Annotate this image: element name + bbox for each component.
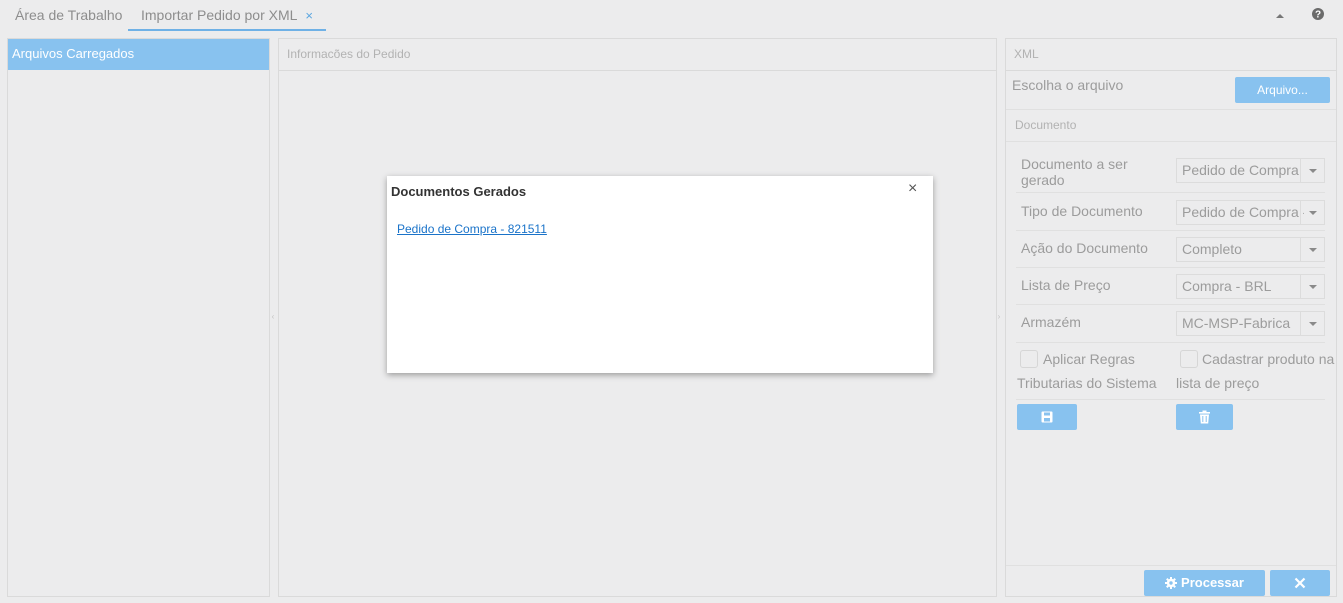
price-list-select[interactable]: Compra - BRL [1176, 274, 1325, 299]
help-icon[interactable]: ? [1311, 7, 1325, 21]
divider [1016, 230, 1325, 231]
tab-importar-pedido-xml[interactable]: Importar Pedido por XML × [128, 0, 326, 31]
modal-title: Documentos Gerados [391, 184, 527, 199]
tab-label: Importar Pedido por XML [141, 7, 298, 23]
apply-tax-rules-label-2: Tributarias do Sistema [1017, 375, 1157, 391]
purchase-order-link[interactable]: Pedido de Compra - 821511 [397, 222, 547, 236]
process-button[interactable]: Processar [1144, 570, 1265, 596]
loaded-files-panel: Arquivos Carregados [7, 38, 270, 597]
loaded-files-header[interactable]: Arquivos Carregados [8, 39, 269, 70]
document-type-value: Pedido de Compra [1182, 162, 1299, 178]
chevron-down-icon[interactable] [1300, 238, 1324, 261]
document-kind-value: Pedido de Compra - Comum [1182, 204, 1304, 220]
document-action-value: Completo [1182, 241, 1242, 257]
tab-area-de-trabalho[interactable]: Área de Trabalho [15, 0, 122, 31]
divider [1006, 565, 1336, 566]
tab-bar: Área de Trabalho Importar Pedido por XML… [0, 0, 1343, 33]
trash-icon [1199, 410, 1210, 424]
register-product-checkbox[interactable] [1180, 350, 1198, 368]
document-kind-label: Tipo de Documento [1021, 203, 1143, 219]
register-product-label-1: Cadastrar produto na [1202, 351, 1335, 367]
modal-close-icon[interactable]: × [908, 180, 917, 198]
divider [1016, 342, 1325, 343]
process-label: Processar [1181, 575, 1244, 590]
chevron-down-icon[interactable] [1300, 275, 1324, 298]
save-button[interactable] [1017, 404, 1077, 430]
document-kind-select[interactable]: Pedido de Compra - Comum [1176, 200, 1325, 225]
document-type-label: Documento a ser gerado [1021, 156, 1128, 188]
document-section-title: Documento [1015, 118, 1077, 132]
divider [1006, 109, 1336, 110]
divider [1016, 304, 1325, 305]
price-list-label: Lista de Preço [1021, 277, 1111, 293]
right-splitter-handle[interactable]: › [996, 312, 1002, 321]
file-button[interactable]: Arquivo... [1235, 77, 1330, 103]
left-splitter-handle[interactable]: ‹ [270, 312, 276, 321]
gear-icon [1165, 577, 1178, 589]
apply-tax-rules-label-1: Aplicar Regras [1043, 351, 1135, 367]
price-list-value: Compra - BRL [1182, 278, 1272, 294]
tab-label: Área de Trabalho [15, 7, 123, 23]
chevron-down-icon[interactable] [1300, 312, 1324, 335]
choose-file-label: Escolha o arquivo [1012, 77, 1124, 93]
chevron-down-icon[interactable] [1300, 159, 1324, 182]
apply-tax-rules-checkbox[interactable] [1020, 350, 1038, 368]
divider [1006, 141, 1336, 142]
generated-documents-modal: Documentos Gerados × Pedido de Compra - … [387, 176, 933, 373]
svg-text:?: ? [1315, 10, 1321, 21]
document-type-select[interactable]: Pedido de Compra [1176, 158, 1325, 183]
warehouse-label: Armazém [1021, 314, 1081, 330]
divider [1016, 399, 1325, 400]
xml-section-title: XML [1006, 39, 1336, 71]
divider [1016, 192, 1325, 193]
divider [1016, 267, 1325, 268]
delete-button[interactable] [1176, 404, 1233, 430]
chevron-down-icon[interactable] [1300, 201, 1324, 224]
order-info-header: Informacões do Pedido [279, 39, 996, 71]
close-icon [1294, 577, 1306, 589]
caret-up-icon[interactable] [1273, 9, 1287, 23]
document-action-select[interactable]: Completo [1176, 237, 1325, 262]
register-product-label-2: lista de preço [1176, 375, 1260, 391]
tab-close-icon[interactable]: × [305, 8, 313, 23]
cancel-button[interactable] [1270, 570, 1330, 596]
warehouse-value: MC-MSP-Fabrica [1182, 315, 1291, 331]
save-icon [1041, 411, 1053, 423]
warehouse-select[interactable]: MC-MSP-Fabrica [1176, 311, 1325, 336]
document-action-label: Ação do Documento [1021, 240, 1148, 256]
